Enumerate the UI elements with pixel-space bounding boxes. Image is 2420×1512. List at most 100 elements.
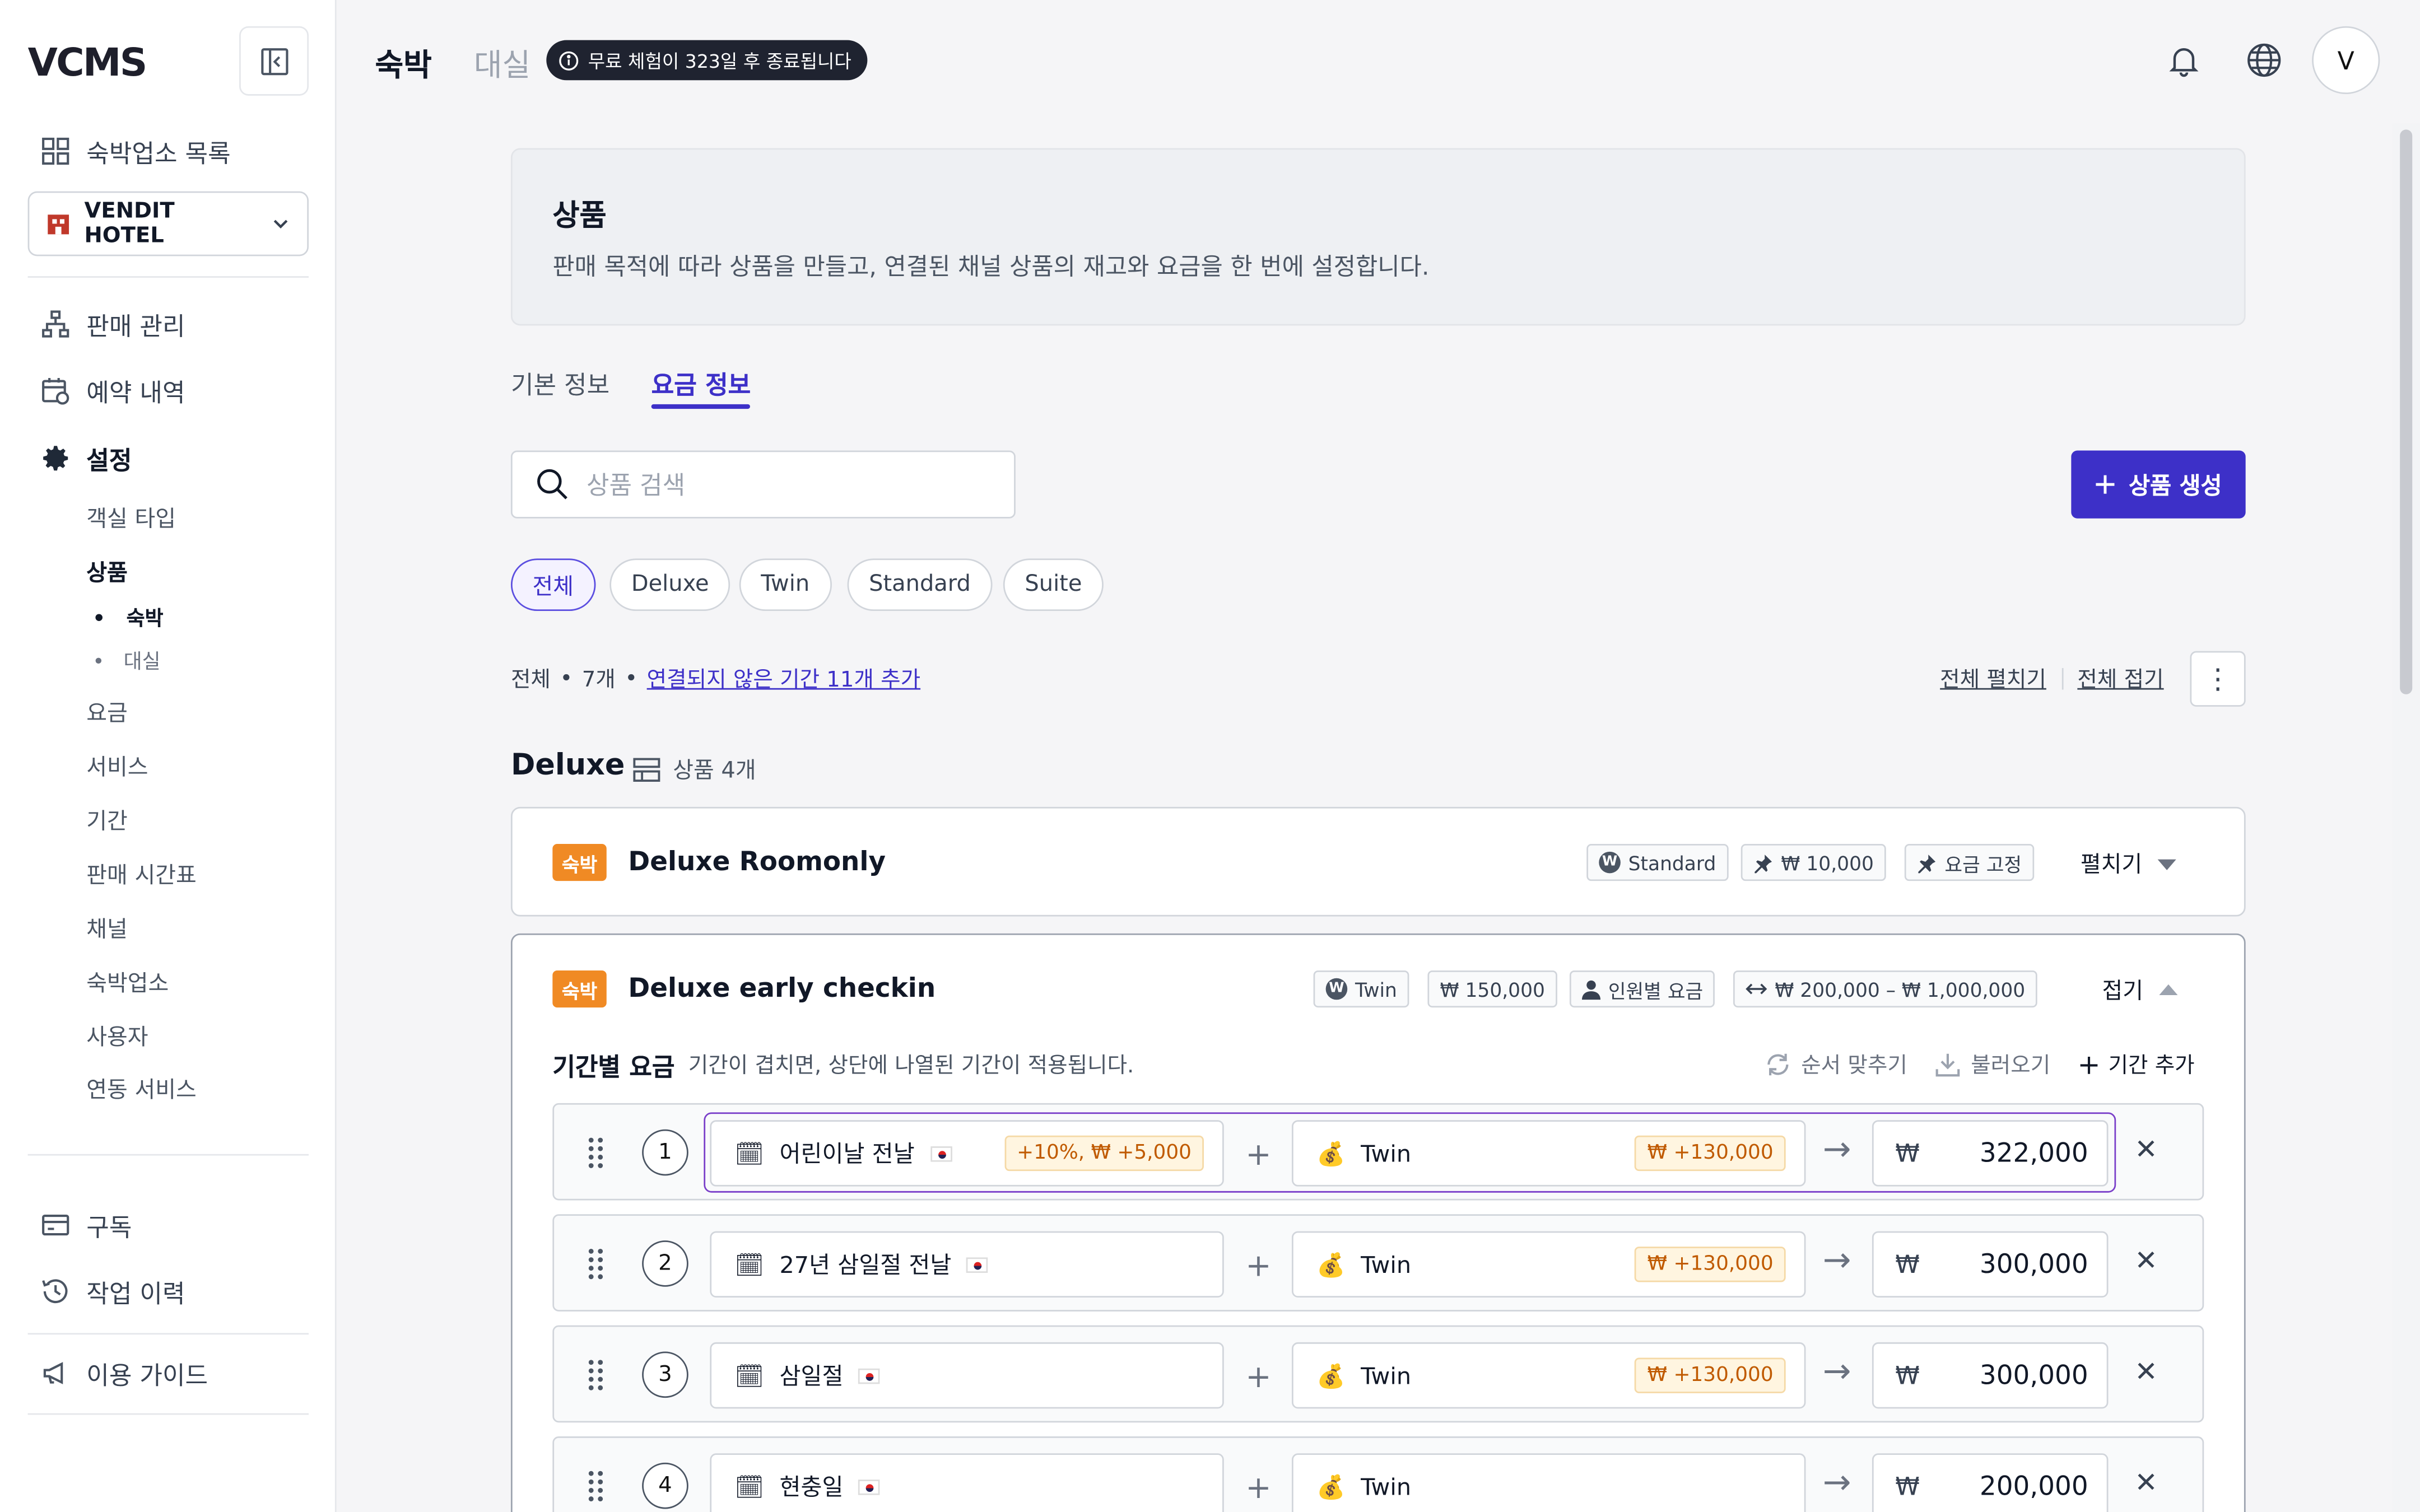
filter-chip-standard[interactable]: Standard — [847, 558, 993, 612]
avatar[interactable]: V — [2312, 26, 2380, 95]
filter-chip-twin[interactable]: Twin — [739, 558, 831, 612]
filter-chip-all[interactable]: 전체 — [510, 558, 595, 612]
stay-badge: 숙박 — [552, 970, 607, 1008]
sidebar-item-property-list[interactable]: 숙박업소 목록 — [40, 133, 231, 170]
create-product-label: 상품 생성 — [2129, 471, 2222, 500]
close-icon: ✕ — [2134, 1467, 2158, 1500]
room-name: Twin — [1361, 1250, 1412, 1278]
sidebar-sub-channel[interactable]: 채널 — [86, 912, 128, 944]
scrollbar[interactable] — [2392, 123, 2420, 1512]
scrollbar-thumb[interactable] — [2400, 129, 2413, 694]
price-input[interactable]: ₩ 322,000 — [1872, 1120, 2109, 1187]
caret-up-icon — [2158, 983, 2177, 995]
tab-basic-info[interactable]: 기본 정보 — [511, 364, 609, 401]
page-description: 판매 목적에 따라 상품을 만들고, 연결된 채널 상품의 재고와 요금을 한 … — [552, 253, 1430, 281]
remove-row-button[interactable]: ✕ — [2134, 1467, 2158, 1500]
room-rate-select[interactable]: 💰 Twin ₩ +130,000 — [1292, 1342, 1806, 1409]
period-select[interactable]: 🗓 현충일 — [710, 1453, 1224, 1512]
import-button[interactable]: 불러오기 — [1934, 1049, 2050, 1080]
sidebar-sub-product[interactable]: 상품 — [86, 556, 128, 588]
period-rate-description: 기간이 겹치면, 상단에 나열된 기간이 적용됩니다. — [688, 1053, 1134, 1079]
chevron-down-icon — [274, 220, 288, 228]
drag-handle-icon[interactable] — [585, 1247, 607, 1281]
currency-symbol: ₩ — [1895, 1472, 1920, 1501]
period-select[interactable]: 🗓 삼일절 — [710, 1342, 1224, 1409]
sidebar-item-label: 판매 관리 — [86, 311, 185, 341]
currency-symbol: ₩ — [1895, 1138, 1920, 1168]
sidebar-item-settings[interactable]: 설정 — [40, 440, 132, 477]
room-rate-select[interactable]: 💰 Twin — [1292, 1453, 1806, 1512]
tag-text: Standard — [1628, 851, 1716, 874]
sidebar-item-label: 구독 — [86, 1212, 132, 1242]
sidebar-collapse-button[interactable] — [239, 26, 309, 96]
reorder-button[interactable]: 순서 맞추기 — [1764, 1049, 1907, 1080]
globe-icon — [2247, 43, 2281, 77]
price-input[interactable]: ₩ 200,000 — [1872, 1453, 2109, 1512]
divider — [27, 1154, 309, 1156]
collapse-all-link[interactable]: 전체 접기 — [2077, 664, 2163, 694]
sidebar-sub-rate[interactable]: 요금 — [86, 696, 128, 729]
close-icon: ✕ — [2134, 1356, 2158, 1389]
filter-chip-suite[interactable]: Suite — [1003, 558, 1104, 612]
room-rate-select[interactable]: 💰 Twin ₩ +130,000 — [1292, 1120, 1806, 1187]
sidebar-subsub-rent[interactable]: • 대실 — [92, 645, 160, 674]
subsub-label: 숙박 — [126, 608, 164, 631]
tab-rate-info[interactable]: 요금 정보 — [651, 364, 751, 401]
sidebar-item-history[interactable]: 작업 이력 — [40, 1273, 185, 1310]
kebab-icon: ⋮ — [2204, 662, 2232, 696]
hotel-select[interactable]: VENDIT HOTEL — [27, 191, 309, 256]
sidebar-sub-integration[interactable]: 연동 서비스 — [86, 1072, 196, 1105]
notification-button[interactable] — [2164, 40, 2204, 81]
subsub-label: 대실 — [123, 651, 161, 674]
sidebar-item-sales[interactable]: 판매 관리 — [40, 306, 185, 343]
create-product-button[interactable]: 상품 생성 — [2071, 450, 2246, 519]
add-unlinked-periods-link[interactable]: 연결되지 않은 기간 11개 추가 — [647, 664, 920, 694]
tag-text: 요금 고정 — [1944, 852, 2022, 876]
remove-row-button[interactable]: ✕ — [2134, 1134, 2158, 1166]
period-select[interactable]: 🗓 어린이날 전날 +10%, ₩ +5,000 — [710, 1120, 1224, 1187]
sidebar-sub-service[interactable]: 서비스 — [86, 750, 148, 782]
room-type-tag: W Twin — [1313, 970, 1409, 1008]
room-modifier: ₩ +130,000 — [1635, 1135, 1786, 1172]
drag-handle-icon[interactable] — [585, 1469, 607, 1503]
add-period-button[interactable]: 기간 추가 — [2079, 1049, 2195, 1080]
room-type-icon: W — [1599, 851, 1621, 874]
collapse-toggle[interactable]: 접기 — [2102, 973, 2177, 1006]
money-bag-icon: 💰 — [1316, 1250, 1346, 1278]
language-button[interactable] — [2244, 40, 2284, 81]
period-select[interactable]: 🗓 27년 삼일절 전날 — [710, 1231, 1224, 1298]
sidebar-item-label: 숙박업소 목록 — [86, 138, 231, 169]
sidebar-sub-period[interactable]: 기간 — [86, 804, 128, 836]
filter-chip-deluxe[interactable]: Deluxe — [609, 558, 731, 612]
sidebar-subsub-stay[interactable]: • 숙박 — [92, 601, 163, 631]
drag-handle-icon[interactable] — [585, 1136, 607, 1170]
tab-stay[interactable]: 숙박 — [375, 40, 431, 85]
remove-row-button[interactable]: ✕ — [2134, 1245, 2158, 1277]
sidebar-item-guide[interactable]: 이용 가이드 — [40, 1355, 208, 1392]
product-name: Deluxe Roomonly — [628, 847, 886, 878]
plus-icon: + — [1245, 1135, 1272, 1173]
search-input[interactable] — [586, 469, 957, 500]
drag-handle-icon[interactable] — [585, 1357, 607, 1392]
room-modifier: ₩ +130,000 — [1635, 1357, 1786, 1393]
sidebar-sub-room-type[interactable]: 객실 타입 — [86, 501, 176, 534]
korea-flag-icon — [930, 1145, 952, 1161]
tab-rent[interactable]: 대실 — [474, 40, 530, 85]
tag-text: 인원별 요금 — [1608, 979, 1704, 1002]
price-input[interactable]: ₩ 300,000 — [1872, 1231, 2109, 1298]
period-row: 3 🗓 삼일절 + 💰 Twin ₩ +130,000 → ₩ 300,000 … — [552, 1325, 2204, 1423]
sidebar-sub-property[interactable]: 숙박업소 — [86, 966, 169, 998]
expand-all-link[interactable]: 전체 펼치기 — [1940, 664, 2046, 694]
refresh-icon — [1767, 1053, 1789, 1076]
sidebar-sub-users[interactable]: 사용자 — [86, 1020, 148, 1052]
room-rate-select[interactable]: 💰 Twin ₩ +130,000 — [1292, 1231, 1806, 1298]
more-options-button[interactable]: ⋮ — [2190, 651, 2246, 707]
sidebar-item-reservations[interactable]: 예약 내역 — [40, 372, 185, 409]
search-icon — [537, 469, 567, 500]
sidebar-item-subscription[interactable]: 구독 — [40, 1206, 132, 1243]
expand-toggle[interactable]: 펼치기 — [2081, 847, 2176, 880]
remove-row-button[interactable]: ✕ — [2134, 1356, 2158, 1389]
price-input[interactable]: ₩ 300,000 — [1872, 1342, 2109, 1409]
sidebar-sub-schedule[interactable]: 판매 시간표 — [86, 858, 196, 890]
panel-collapse-icon — [260, 47, 288, 74]
